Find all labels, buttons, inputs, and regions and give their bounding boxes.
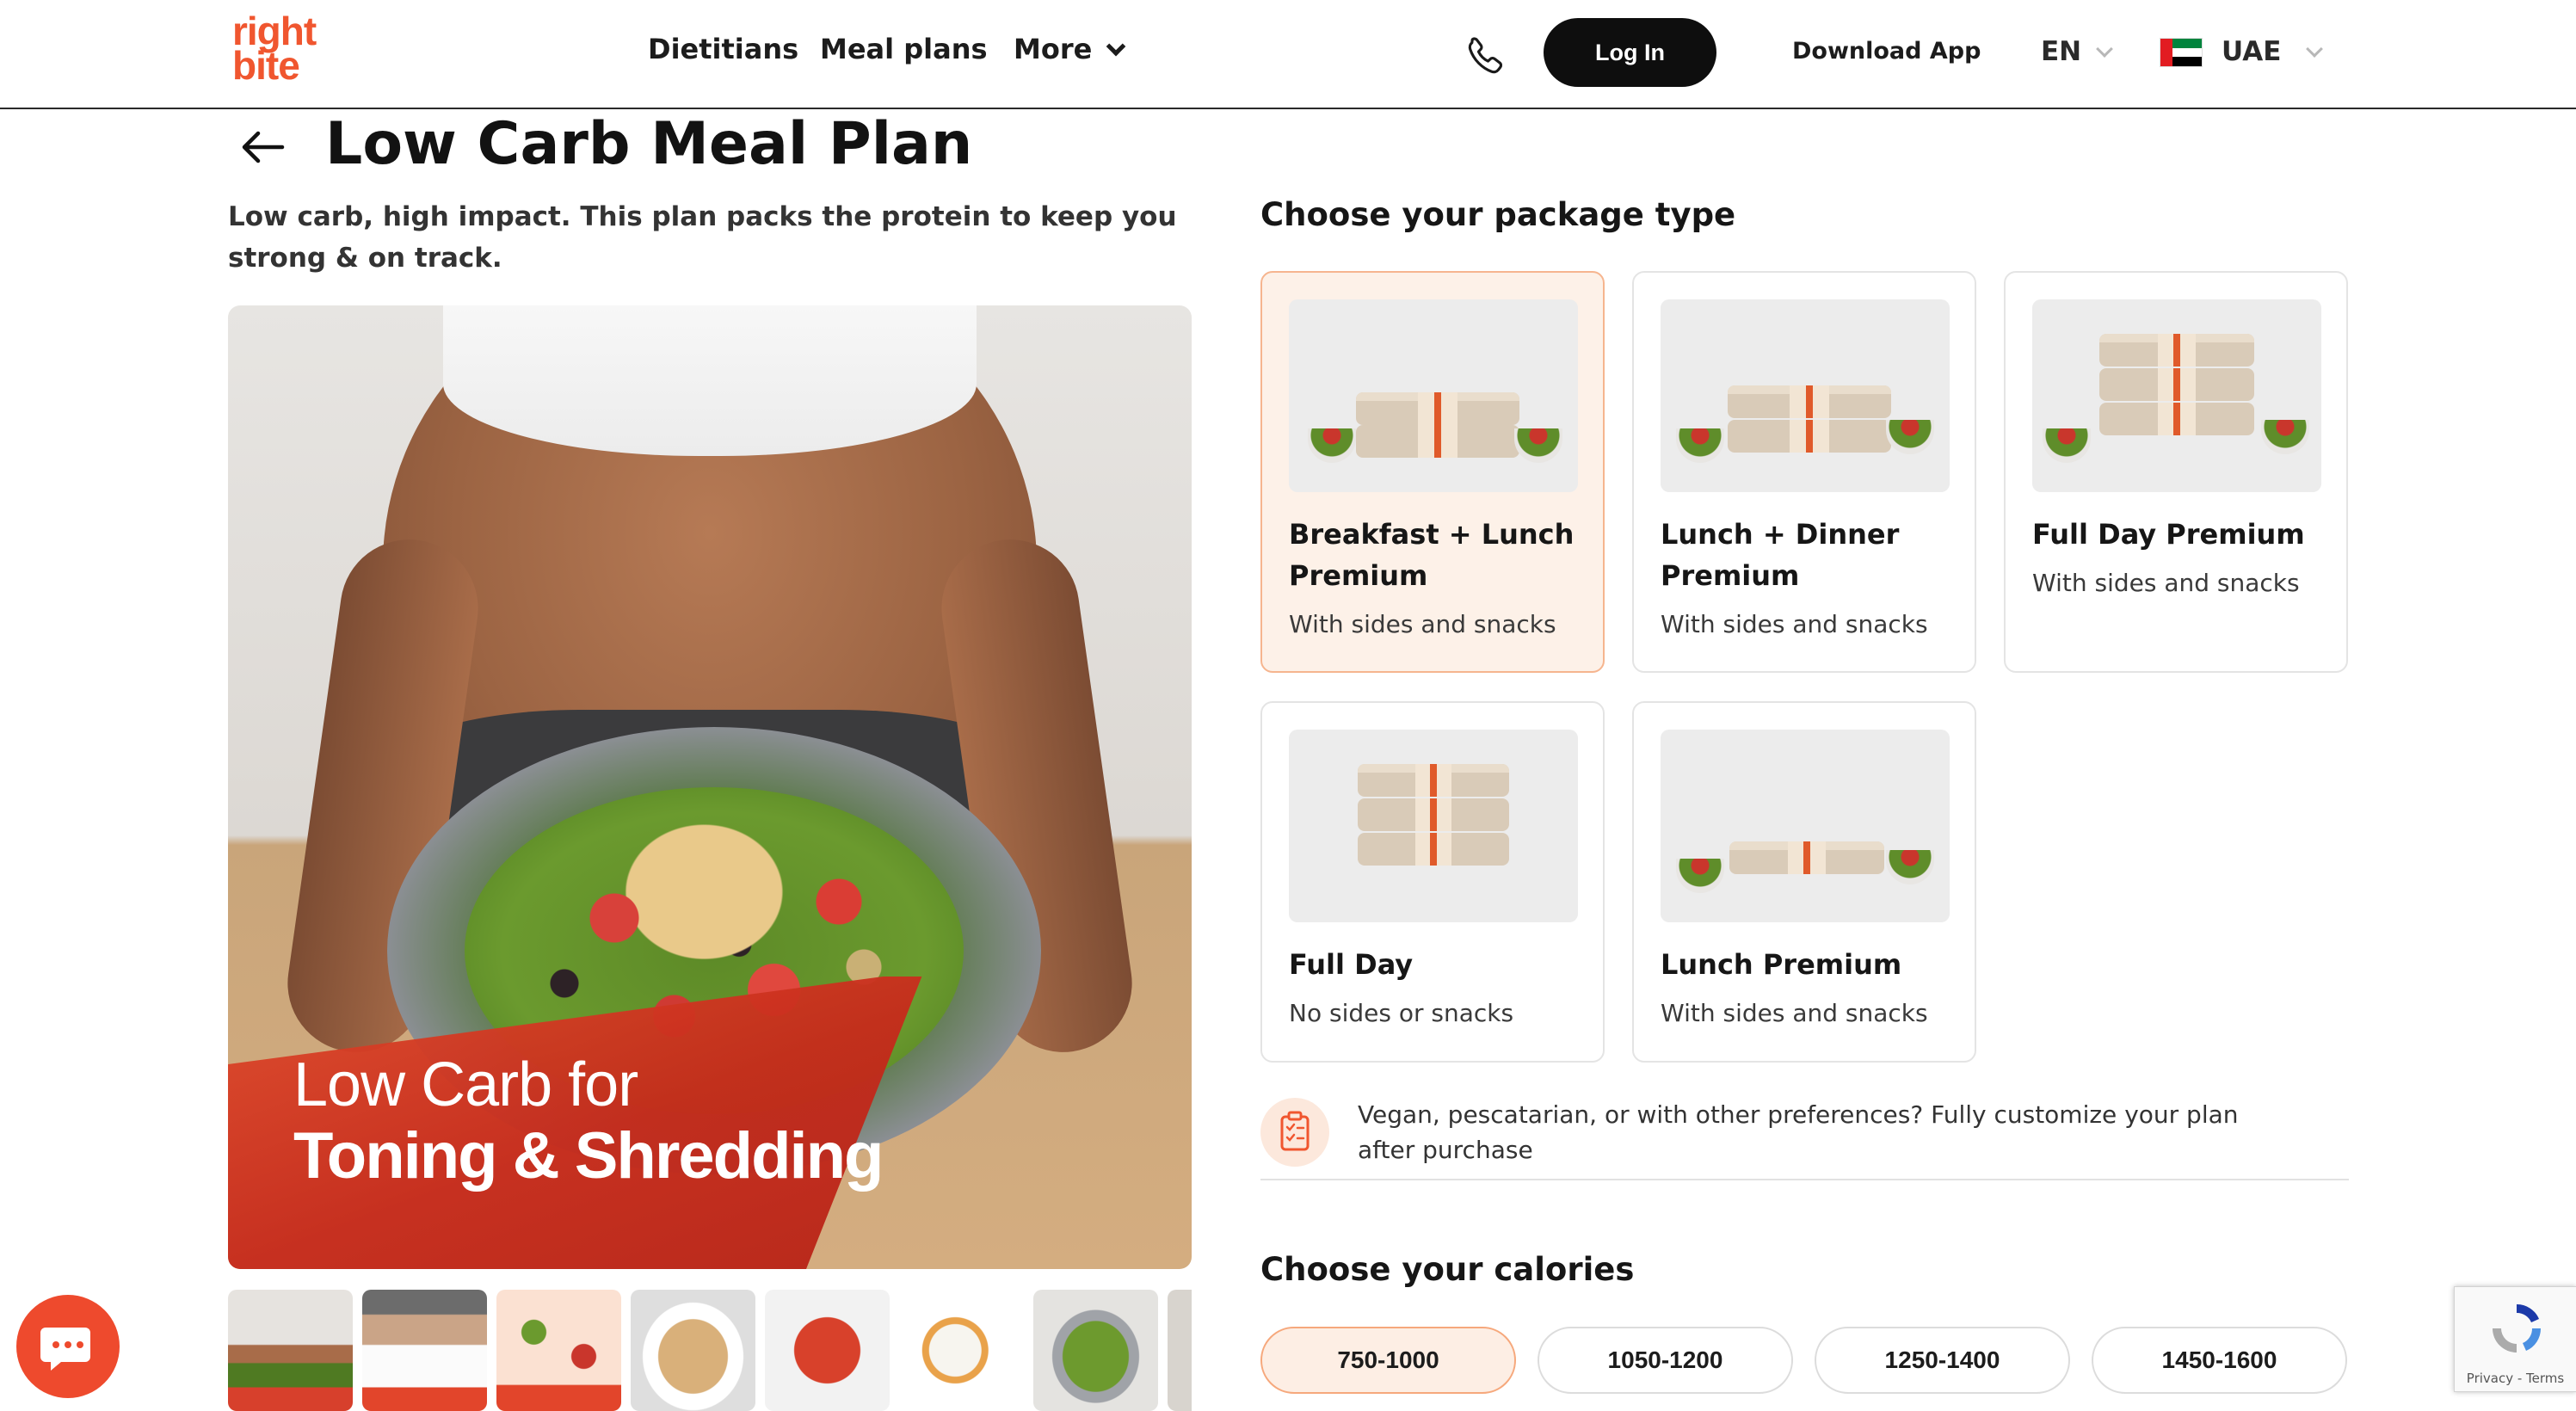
package-image xyxy=(1289,730,1578,922)
package-name: Breakfast + Lunch Premium xyxy=(1289,518,1575,592)
thumbnail-1[interactable] xyxy=(228,1290,353,1411)
package-card-lunch-dinner-premium[interactable]: Lunch + Dinner Premium With sides and sn… xyxy=(1632,271,1976,673)
nav-meal-plans[interactable]: Meal plans xyxy=(820,33,988,65)
download-app-link[interactable]: Download App xyxy=(1792,38,1981,65)
chat-icon xyxy=(40,1328,90,1371)
nav-more-label: More xyxy=(1014,33,1093,65)
thumbnail-5[interactable] xyxy=(765,1290,890,1411)
language-selector[interactable]: EN xyxy=(2041,36,2114,67)
calorie-option-1250-1400[interactable]: 1250-1400 xyxy=(1815,1327,2070,1394)
package-name: Lunch + Dinner Premium xyxy=(1661,518,1900,592)
uae-flag-icon xyxy=(2160,38,2203,67)
package-name: Full Day Premium xyxy=(2032,518,2305,551)
package-card-full-day-premium[interactable]: Full Day Premium With sides and snacks xyxy=(2004,271,2348,673)
package-desc: With sides and snacks xyxy=(1661,610,1928,638)
calories-heading: Choose your calories xyxy=(1260,1251,1635,1288)
package-image xyxy=(1661,299,1950,492)
package-card-lunch-premium[interactable]: Lunch Premium With sides and snacks xyxy=(1632,701,1976,1063)
country-label: UAE xyxy=(2222,36,2282,67)
package-desc: With sides and snacks xyxy=(1661,999,1928,1027)
hero-banner-line-2: Toning & Shredding xyxy=(293,1119,884,1192)
page-title: Low Carb Meal Plan xyxy=(325,110,973,178)
country-selector[interactable]: UAE xyxy=(2222,36,2324,67)
package-image xyxy=(1289,299,1578,492)
package-card-full-day[interactable]: Full Day No sides or snacks xyxy=(1260,701,1605,1063)
chevron-down-icon xyxy=(2306,40,2324,58)
rightbite-logo[interactable]: right bite xyxy=(232,11,327,88)
package-type-heading: Choose your package type xyxy=(1260,196,1736,233)
thumbnail-4[interactable] xyxy=(631,1290,755,1411)
thumbnail-strip xyxy=(228,1290,1192,1411)
thumbnail-2[interactable] xyxy=(362,1290,487,1411)
chevron-down-icon xyxy=(2096,40,2114,58)
hero-sports-top xyxy=(443,305,977,456)
thumbnail-3[interactable] xyxy=(496,1290,621,1411)
hero-banner-line-1: Low Carb for xyxy=(293,1051,638,1119)
recaptcha-badge[interactable]: Privacy - Terms xyxy=(2454,1286,2576,1392)
chat-button[interactable] xyxy=(16,1295,120,1398)
calorie-option-1450-1600[interactable]: 1450-1600 xyxy=(2092,1327,2347,1394)
package-name: Full Day xyxy=(1289,948,1414,981)
calorie-option-1050-1200[interactable]: 1050-1200 xyxy=(1538,1327,1793,1394)
thumbnail-8[interactable] xyxy=(1168,1290,1192,1411)
plan-subtitle: Low carb, high impact. This plan packs t… xyxy=(228,201,1177,274)
nav-dietitians[interactable]: Dietitians xyxy=(648,33,798,65)
site-header: right bite Dietitians Meal plans More Lo… xyxy=(0,0,2576,109)
section-divider xyxy=(1260,1179,2349,1180)
nav-more[interactable]: More xyxy=(1014,33,1126,65)
recaptcha-icon xyxy=(2493,1303,2542,1352)
language-label: EN xyxy=(2041,36,2082,67)
back-arrow-icon[interactable] xyxy=(237,126,286,169)
package-image xyxy=(1661,730,1950,922)
thumbnail-7[interactable] xyxy=(1033,1290,1158,1411)
recaptcha-label: Privacy - Terms xyxy=(2466,1371,2565,1386)
phone-icon[interactable] xyxy=(1463,33,1509,79)
hero-image: Low Carb for Toning & Shredding xyxy=(228,305,1192,1269)
logo-line-2: bite xyxy=(232,43,300,88)
package-desc: No sides or snacks xyxy=(1289,999,1514,1027)
package-image xyxy=(2032,299,2321,492)
clipboard-list-icon xyxy=(1260,1098,1329,1167)
package-card-breakfast-lunch-premium[interactable]: Breakfast + Lunch Premium With sides and… xyxy=(1260,271,1605,673)
chevron-down-icon xyxy=(1106,36,1126,57)
customization-note: Vegan, pescatarian, or with other prefer… xyxy=(1358,1100,2239,1164)
login-button[interactable]: Log In xyxy=(1544,18,1716,87)
package-desc: With sides and snacks xyxy=(1289,610,1556,638)
package-desc: With sides and snacks xyxy=(2032,569,2300,597)
package-name: Lunch Premium xyxy=(1661,948,1902,981)
thumbnail-6[interactable] xyxy=(899,1290,1024,1411)
calorie-option-750-1000[interactable]: 750-1000 xyxy=(1260,1327,1516,1394)
